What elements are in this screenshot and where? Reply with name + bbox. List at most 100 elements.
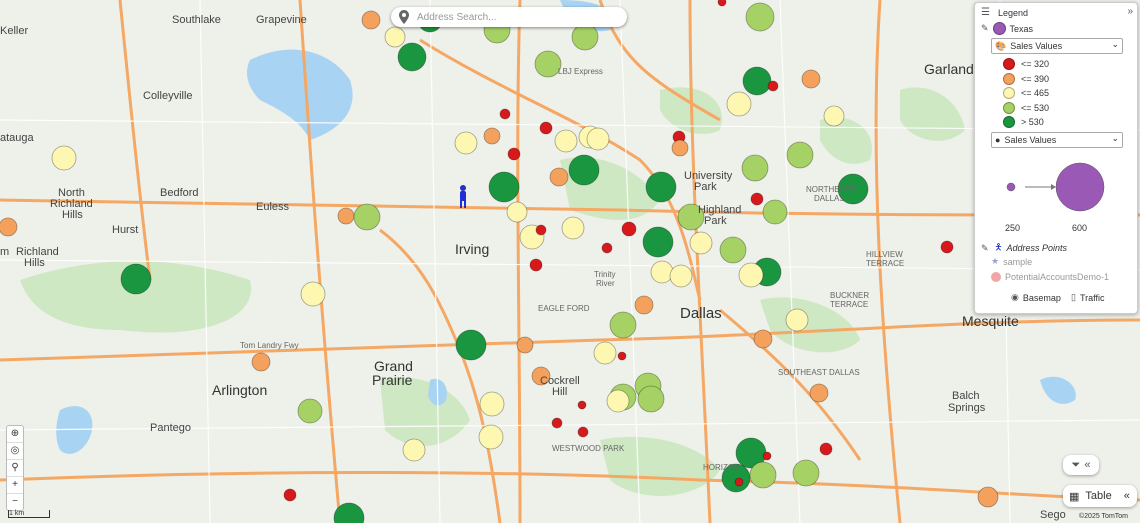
- sales-point-marker[interactable]: [750, 192, 764, 206]
- sales-point-marker[interactable]: [571, 23, 599, 51]
- sales-point-marker[interactable]: [251, 352, 271, 372]
- sales-point-marker[interactable]: [762, 451, 772, 461]
- sales-point-marker[interactable]: [529, 258, 543, 272]
- sales-point-marker[interactable]: [749, 461, 777, 489]
- sales-point-marker[interactable]: [51, 145, 77, 171]
- sales-point-marker[interactable]: [561, 216, 585, 240]
- sales-point-marker[interactable]: [300, 281, 326, 307]
- pin-icon[interactable]: ⚲: [7, 460, 23, 477]
- sales-point-marker[interactable]: [726, 91, 752, 117]
- sales-point-marker[interactable]: [801, 69, 821, 89]
- sales-point-marker[interactable]: [535, 224, 547, 236]
- sales-point-marker[interactable]: [577, 400, 587, 410]
- legend-layer-sample[interactable]: ★ sample: [981, 256, 1032, 267]
- map-place-label: Mesquite: [962, 313, 1019, 329]
- zoom-extent-icon[interactable]: ⊕: [7, 426, 23, 443]
- filter-button[interactable]: ⏷ «: [1063, 455, 1099, 475]
- sales-point-marker[interactable]: [554, 129, 578, 153]
- sales-point-marker[interactable]: [586, 127, 610, 151]
- zoom-out-button[interactable]: −: [7, 494, 23, 510]
- locate-icon[interactable]: ◎: [7, 443, 23, 460]
- sales-point-marker[interactable]: [478, 424, 504, 450]
- color-field-select[interactable]: 🎨 Sales Values ⌄: [991, 38, 1123, 54]
- list-icon: ☰: [981, 7, 990, 18]
- color-class-label: > 530: [1021, 117, 1044, 127]
- sales-point-marker[interactable]: [593, 341, 617, 365]
- sales-point-marker[interactable]: [337, 207, 355, 225]
- color-class-swatch: [1003, 101, 1015, 114]
- sales-point-marker[interactable]: [361, 10, 381, 30]
- sales-point-marker[interactable]: [940, 240, 954, 254]
- sales-point-marker[interactable]: [483, 127, 501, 145]
- sales-point-marker[interactable]: [551, 417, 563, 429]
- sales-point-marker[interactable]: [689, 231, 713, 255]
- sales-point-marker[interactable]: [977, 486, 999, 508]
- sales-point-marker[interactable]: [455, 329, 487, 361]
- sales-point-marker[interactable]: [634, 295, 654, 315]
- sales-point-marker[interactable]: [642, 226, 674, 258]
- sales-point-marker[interactable]: [402, 438, 426, 462]
- sales-point-marker[interactable]: [792, 459, 820, 487]
- sales-point-marker[interactable]: [353, 203, 381, 231]
- sales-point-marker[interactable]: [384, 26, 406, 48]
- sales-point-marker[interactable]: [488, 171, 520, 203]
- sales-point-marker[interactable]: [819, 442, 833, 456]
- sales-point-marker[interactable]: [568, 154, 600, 186]
- size-field-select[interactable]: ● Sales Values ⌄: [991, 132, 1123, 148]
- sales-point-marker[interactable]: [645, 171, 677, 203]
- sales-point-marker[interactable]: [650, 260, 674, 284]
- table-button[interactable]: ▦ Table «: [1063, 485, 1137, 507]
- zoom-in-button[interactable]: +: [7, 477, 23, 494]
- sales-point-marker[interactable]: [734, 477, 744, 487]
- sales-point-marker[interactable]: [745, 2, 775, 32]
- sales-point-marker[interactable]: [297, 398, 323, 424]
- map-place-label: Prairie: [372, 372, 413, 388]
- map-place-label: Hills: [24, 257, 45, 269]
- basemap-button[interactable]: ◉ Basemap: [1011, 292, 1061, 303]
- sales-point-marker[interactable]: [717, 0, 727, 7]
- sales-point-marker[interactable]: [621, 221, 637, 237]
- sales-point-marker[interactable]: [609, 311, 637, 339]
- legend-layer-texas[interactable]: ✎ Texas: [981, 22, 1033, 35]
- sales-point-marker[interactable]: [719, 236, 747, 264]
- sales-point-marker[interactable]: [120, 263, 152, 295]
- sales-point-marker[interactable]: [549, 167, 569, 187]
- sales-point-marker[interactable]: [516, 336, 534, 354]
- color-class-item: <= 530: [1003, 101, 1049, 114]
- sales-point-marker[interactable]: [742, 66, 772, 96]
- legend-layer-potential-accounts[interactable]: PotentialAccountsDemo-1: [981, 272, 1109, 282]
- sales-point-marker[interactable]: [617, 351, 627, 361]
- sales-point-marker[interactable]: [767, 80, 779, 92]
- traffic-button[interactable]: ▯ Traffic: [1071, 292, 1104, 303]
- sales-point-marker[interactable]: [785, 308, 809, 332]
- color-class-swatch: [1003, 116, 1015, 128]
- sales-point-marker[interactable]: [454, 131, 478, 155]
- map-place-label: TERRACE: [830, 300, 869, 309]
- sales-point-marker[interactable]: [637, 385, 665, 413]
- sales-point-marker[interactable]: [283, 488, 297, 502]
- sales-point-marker[interactable]: [741, 154, 769, 182]
- sales-point-marker[interactable]: [753, 329, 773, 349]
- sales-point-marker[interactable]: [786, 141, 814, 169]
- map-place-label: Irving: [455, 241, 490, 257]
- sales-point-marker[interactable]: [606, 389, 630, 413]
- sales-point-marker[interactable]: [539, 121, 553, 135]
- legend-layer-address-points[interactable]: ✎ 🯅 Address Points: [981, 240, 1067, 256]
- sales-point-marker[interactable]: [506, 201, 528, 223]
- collapse-chevron-icon[interactable]: »: [1127, 6, 1133, 17]
- search-input[interactable]: Address Search...: [417, 12, 496, 23]
- sales-point-marker[interactable]: [809, 383, 829, 403]
- sales-point-marker[interactable]: [479, 391, 505, 417]
- sales-point-marker[interactable]: [577, 426, 589, 438]
- sales-point-marker[interactable]: [823, 105, 845, 127]
- sales-point-marker[interactable]: [671, 139, 689, 157]
- sales-point-marker[interactable]: [397, 42, 427, 72]
- sales-point-marker[interactable]: [0, 217, 18, 237]
- address-search[interactable]: Address Search...: [391, 7, 627, 27]
- sales-point-marker[interactable]: [601, 242, 613, 254]
- sales-point-marker[interactable]: [507, 147, 521, 161]
- sales-point-marker[interactable]: [762, 199, 788, 225]
- sales-point-marker[interactable]: [738, 262, 764, 288]
- sales-point-marker[interactable]: [499, 108, 511, 120]
- sales-point-marker[interactable]: [669, 264, 693, 288]
